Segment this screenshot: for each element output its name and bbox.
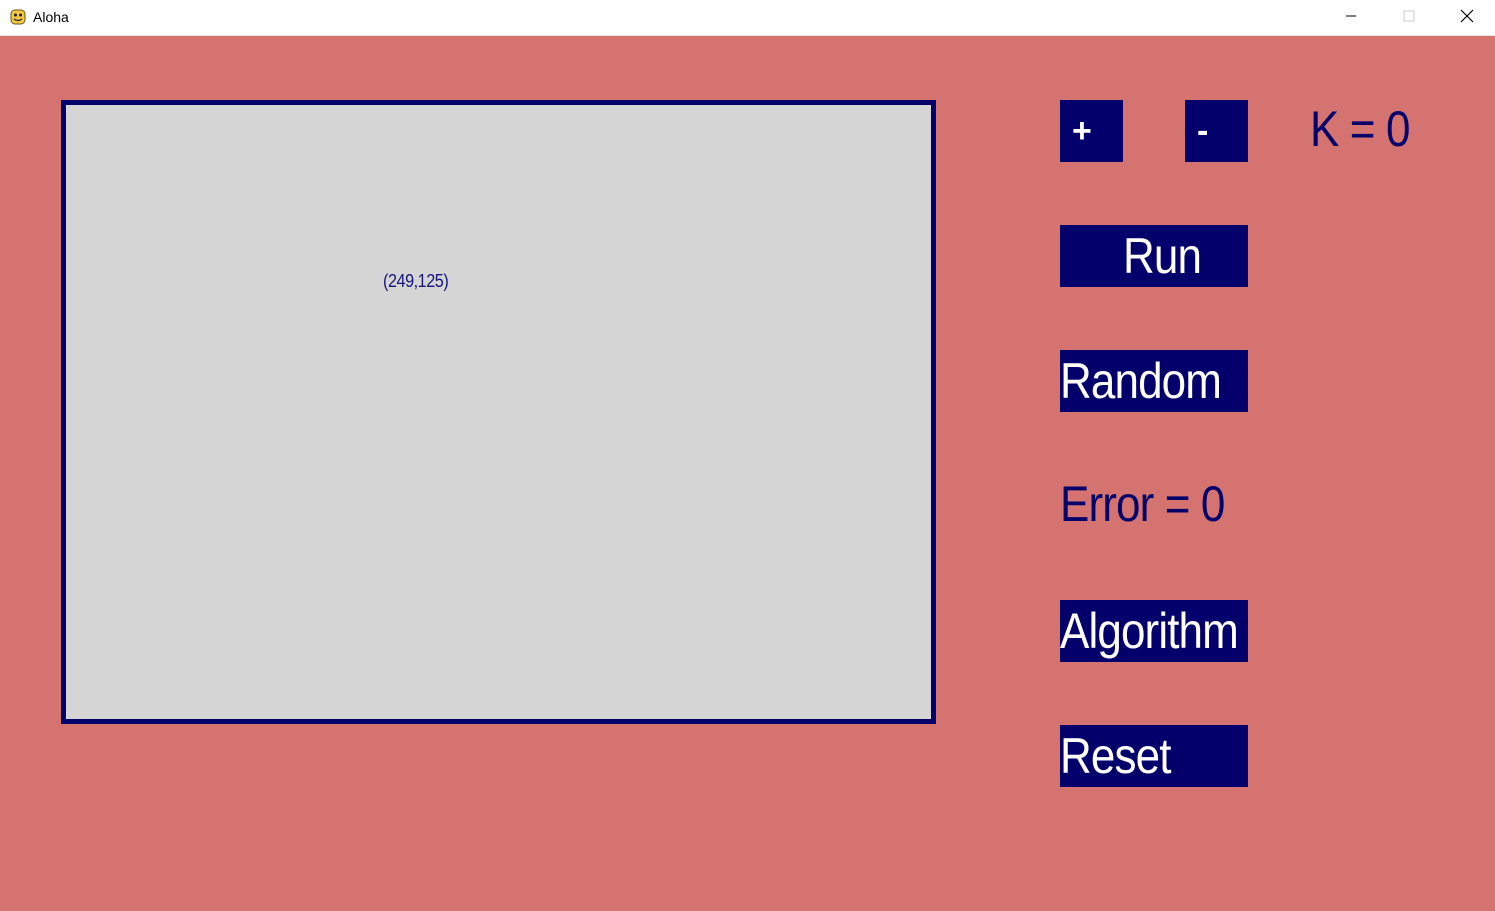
increment-k-button[interactable]: +	[1060, 100, 1123, 162]
minimize-icon	[1345, 9, 1357, 27]
maximize-icon	[1403, 9, 1415, 27]
plus-label: +	[1072, 112, 1092, 150]
minus-label: -	[1197, 112, 1209, 150]
drawing-canvas[interactable]: (249,125)	[61, 100, 936, 724]
reset-button[interactable]: Reset	[1060, 725, 1248, 787]
minimize-button[interactable]	[1328, 0, 1374, 36]
close-icon	[1460, 9, 1474, 28]
coordinate-readout: (249,125)	[383, 271, 449, 291]
algorithm-button[interactable]: Algorithm	[1060, 600, 1248, 662]
title-bar[interactable]: Aloha	[0, 0, 1495, 36]
app-window: Aloha (249,125) + - K = 0 Run Random Err…	[0, 0, 1495, 911]
k-value-label: K = 0	[1310, 101, 1410, 157]
error-value-label: Error = 0	[1060, 476, 1225, 532]
algorithm-label: Algorithm	[1060, 603, 1239, 659]
random-button[interactable]: Random	[1060, 350, 1248, 412]
run-label: Run	[1123, 228, 1202, 284]
decrement-k-button[interactable]: -	[1185, 100, 1248, 162]
run-button[interactable]: Run	[1060, 225, 1248, 287]
python-icon	[9, 8, 27, 26]
random-label: Random	[1060, 353, 1222, 409]
close-button[interactable]	[1444, 0, 1490, 36]
reset-label: Reset	[1060, 728, 1171, 784]
window-title: Aloha	[33, 9, 69, 25]
maximize-button[interactable]	[1386, 0, 1432, 36]
